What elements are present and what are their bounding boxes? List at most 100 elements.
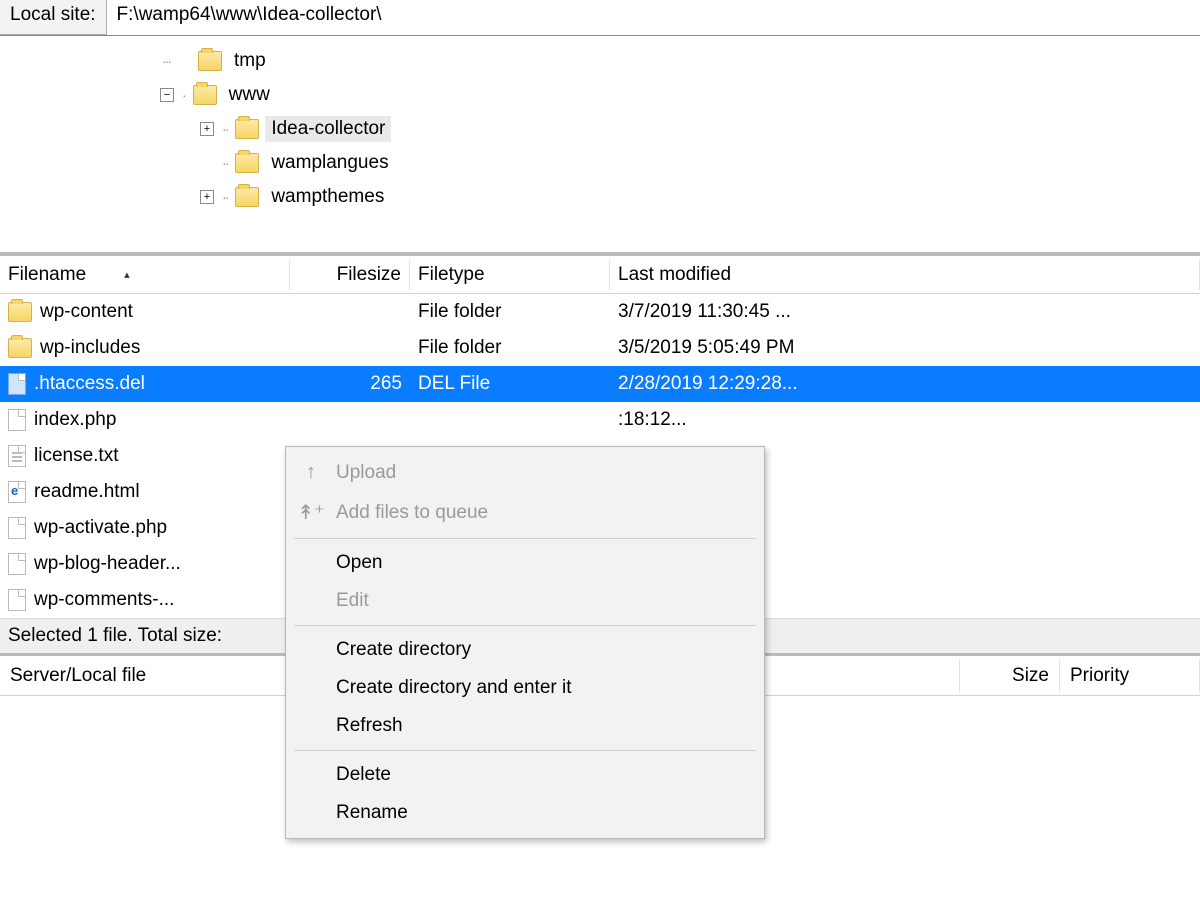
column-lastmodified[interactable]: Last modified	[610, 260, 1200, 290]
column-label: Filename	[8, 264, 86, 286]
tree-lines: ··	[222, 121, 227, 137]
menu-separator	[294, 538, 756, 539]
cell-filename: readme.html	[0, 477, 290, 507]
cell-filename: index.php	[0, 405, 290, 435]
menu-refresh[interactable]: Refresh	[286, 707, 764, 745]
html-file-icon	[8, 481, 26, 503]
cell-filetype	[410, 416, 610, 424]
file-name: wp-includes	[40, 337, 140, 359]
tree-node[interactable]: + ·· Idea-collector	[200, 112, 1200, 146]
file-name: index.php	[34, 409, 116, 431]
menu-separator	[294, 750, 756, 751]
file-icon	[8, 517, 26, 539]
file-name: .htaccess.del	[34, 373, 145, 395]
menu-label: Create directory and enter it	[336, 677, 572, 699]
cell-filesize	[290, 344, 410, 352]
menu-create-directory-enter[interactable]: Create directory and enter it	[286, 669, 764, 707]
file-icon	[8, 553, 26, 575]
cell-filename: wp-comments-...	[0, 585, 290, 615]
file-icon	[8, 373, 26, 395]
folder-icon	[193, 85, 217, 105]
file-icon	[8, 589, 26, 611]
local-site-bar: Local site: F:\wamp64\www\Idea-collector…	[0, 0, 1200, 36]
tree-node-www[interactable]: − · www	[160, 78, 1200, 112]
cell-filename: license.txt	[0, 441, 290, 471]
menu-label: Add files to queue	[336, 502, 488, 524]
file-row[interactable]: wp-includesFile folder3/5/2019 5:05:49 P…	[0, 330, 1200, 366]
menu-label: Upload	[336, 462, 396, 484]
cell-lastmodified: 3/7/2019 11:30:45 ...	[610, 297, 1200, 327]
menu-label: Create directory	[336, 639, 471, 661]
file-name: wp-comments-...	[34, 589, 174, 611]
folder-icon	[8, 302, 32, 322]
file-icon	[8, 409, 26, 431]
folder-icon	[8, 338, 32, 358]
column-filesize[interactable]: Filesize	[290, 260, 410, 290]
column-size[interactable]: Size	[960, 659, 1060, 693]
menu-upload[interactable]: ↑ Upload	[286, 453, 764, 492]
cell-filetype: File folder	[410, 297, 610, 327]
tree-label: www	[223, 82, 276, 108]
cell-filesize	[290, 416, 410, 424]
tree-lines: ··	[222, 189, 227, 205]
tree-label: wamplangues	[265, 150, 394, 176]
add-queue-icon: ↟⁺	[300, 500, 322, 525]
file-row[interactable]: .htaccess.del 265DEL File2/28/2019 12:29:…	[0, 366, 1200, 402]
text-file-icon	[8, 445, 26, 467]
tree-label: Idea-collector	[265, 116, 391, 142]
folder-icon	[235, 153, 259, 173]
tree-node[interactable]: + ·· wampthemes	[200, 180, 1200, 214]
expand-toggle[interactable]: +	[200, 122, 214, 136]
menu-label: Edit	[336, 590, 369, 612]
file-name: wp-activate.php	[34, 517, 167, 539]
tree-label: wampthemes	[265, 184, 390, 210]
file-row[interactable]: index.php :18:12...	[0, 402, 1200, 438]
cell-filetype: DEL File	[410, 369, 610, 399]
menu-edit[interactable]: Edit	[286, 582, 764, 620]
folder-tree[interactable]: ··· tmp − · www +··Idea-collector··wampl…	[0, 36, 1200, 256]
menu-open[interactable]: Open	[286, 544, 764, 582]
folder-icon	[198, 51, 222, 71]
tree-node-tmp[interactable]: ··· tmp	[160, 44, 1200, 78]
folder-icon	[235, 119, 259, 139]
collapse-toggle[interactable]: −	[160, 88, 174, 102]
cell-lastmodified: :18:12...	[610, 405, 1200, 435]
cell-filename: wp-includes	[0, 333, 290, 363]
tree-node[interactable]: ·· wamplangues	[200, 146, 1200, 180]
column-filename[interactable]: Filename ▴	[0, 260, 290, 290]
cell-filesize	[290, 308, 410, 316]
file-row[interactable]: wp-content File folder3/7/2019 11:30:45 .…	[0, 294, 1200, 330]
tree-lines: ·	[182, 87, 185, 103]
menu-label: Rename	[336, 802, 408, 824]
file-name: license.txt	[34, 445, 118, 467]
file-name: wp-blog-header...	[34, 553, 181, 575]
column-priority[interactable]: Priority	[1060, 659, 1200, 693]
cell-lastmodified: 2/28/2019 12:29:28...	[610, 369, 1200, 399]
file-list-header[interactable]: Filename ▴ Filesize Filetype Last modifi…	[0, 256, 1200, 294]
cell-filesize: 265	[290, 369, 410, 399]
menu-rename[interactable]: Rename	[286, 794, 764, 832]
upload-icon: ↑	[300, 461, 322, 484]
local-site-path[interactable]: F:\wamp64\www\Idea-collector\	[107, 0, 1200, 35]
tree-label: tmp	[228, 48, 272, 74]
tree-lines: ··	[222, 155, 227, 171]
cell-filename: wp-blog-header...	[0, 549, 290, 579]
folder-icon	[235, 187, 259, 207]
menu-separator	[294, 625, 756, 626]
menu-label: Refresh	[336, 715, 403, 737]
menu-label: Delete	[336, 764, 391, 786]
tree-lines: ···	[162, 53, 170, 69]
column-filetype[interactable]: Filetype	[410, 260, 610, 290]
local-site-label: Local site:	[0, 0, 107, 35]
cell-filename: wp-activate.php	[0, 513, 290, 543]
sort-asc-icon: ▴	[124, 268, 130, 281]
menu-delete[interactable]: Delete	[286, 756, 764, 794]
menu-label: Open	[336, 552, 382, 574]
cell-filename: wp-content	[0, 297, 290, 327]
cell-lastmodified: 3/5/2019 5:05:49 PM	[610, 333, 1200, 363]
context-menu: ↑ Upload ↟⁺ Add files to queue Open Edit…	[285, 446, 765, 839]
expand-toggle[interactable]: +	[200, 190, 214, 204]
menu-add-to-queue[interactable]: ↟⁺ Add files to queue	[286, 492, 764, 533]
menu-create-directory[interactable]: Create directory	[286, 631, 764, 669]
file-name: wp-content	[40, 301, 133, 323]
